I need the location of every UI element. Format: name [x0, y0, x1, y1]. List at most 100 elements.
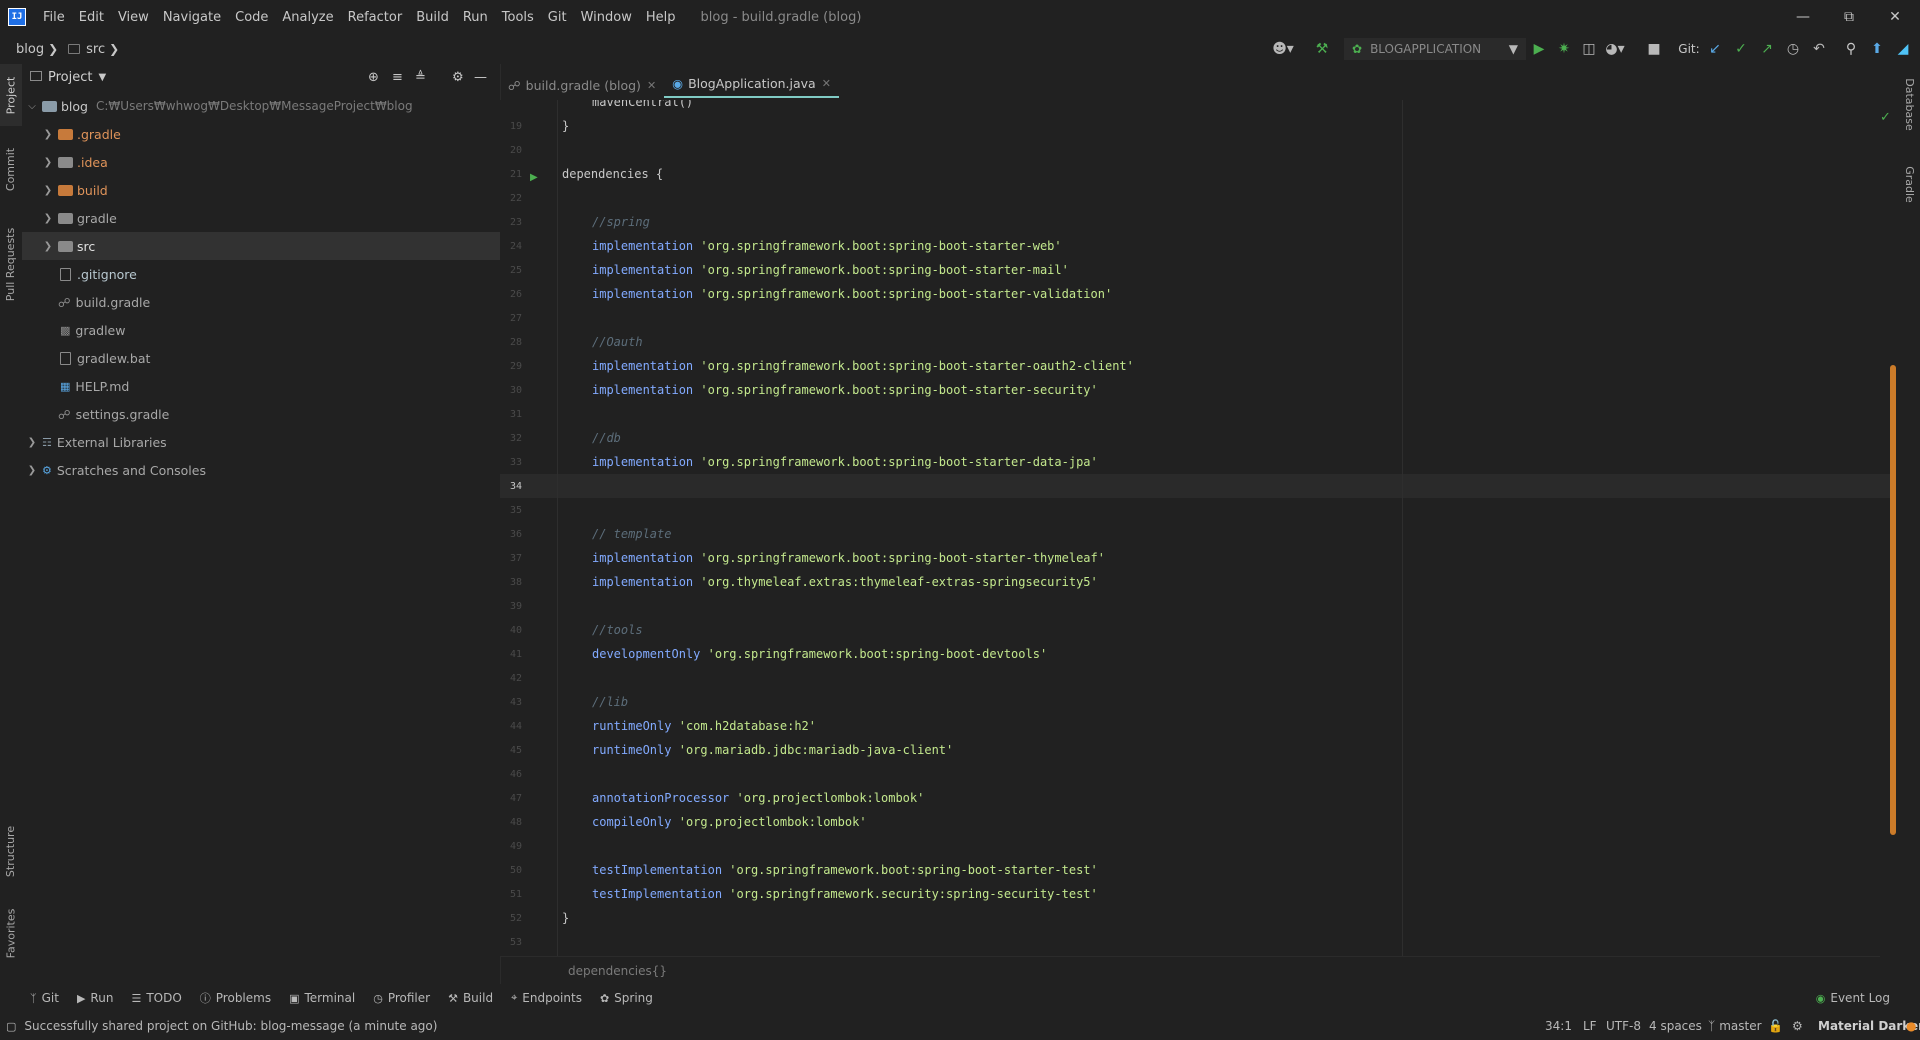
breadcrumb-dependencies[interactable]: dependencies{} [568, 964, 667, 978]
tree-item-src[interactable]: ❯ src [22, 232, 500, 260]
menu-file[interactable]: File [36, 10, 72, 25]
user-icon[interactable]: ☻▾ [1272, 38, 1294, 60]
build-hammer-icon[interactable]: ⚒ [1311, 38, 1333, 60]
profile-icon[interactable]: ◕▾ [1604, 38, 1626, 60]
code-keyword: implementation [592, 383, 694, 397]
tool-todo[interactable]: ☰ TODO [131, 991, 181, 1005]
tab-gradle[interactable]: Gradle [1898, 154, 1920, 214]
tree-item-gradle[interactable]: ❯ gradle [22, 204, 500, 232]
tree-item-build-gradle[interactable]: ☍ build.gradle [22, 288, 500, 316]
folder-icon [58, 240, 73, 252]
tool-build[interactable]: ⚒ Build [448, 991, 493, 1005]
menu-view[interactable]: View [111, 10, 156, 25]
tool-terminal[interactable]: ▣ Terminal [289, 991, 355, 1005]
tool-git[interactable]: ᛉ Git [30, 991, 59, 1005]
tool-run[interactable]: ▶ Run [77, 991, 113, 1005]
status-message[interactable]: ▢ Successfully shared project on GitHub:… [6, 1012, 437, 1040]
code-text: annotationProcessor 'org.projectlombok:l… [592, 791, 924, 805]
close-tab-icon[interactable]: ✕ [647, 79, 656, 92]
menu-window[interactable]: Window [574, 10, 639, 25]
run-gutter-icon[interactable]: ▶ [530, 172, 538, 183]
tree-item-gradlew-bat[interactable]: gradlew.bat [22, 344, 500, 372]
git-commit-icon[interactable]: ✓ [1730, 38, 1752, 60]
tool-problems[interactable]: ⓘ Problems [200, 990, 271, 1006]
line-separator[interactable]: LF [1583, 1012, 1597, 1040]
caret-position[interactable]: 34:1 [1545, 1012, 1572, 1040]
tree-item-idea[interactable]: ❯ .idea [22, 148, 500, 176]
tab-pull-requests[interactable]: Pull Requests [0, 214, 22, 314]
hide-icon[interactable]: — [474, 70, 487, 85]
menu-git[interactable]: Git [541, 10, 574, 25]
tab-database[interactable]: Database [1898, 68, 1920, 140]
tree-item-gradlew[interactable]: ▩ gradlew [22, 316, 500, 344]
tab-project[interactable]: Project [0, 64, 22, 126]
close-window-icon[interactable]: ✕ [1872, 0, 1918, 34]
menu-navigate[interactable]: Navigate [156, 10, 228, 25]
theme-name[interactable]: Material Darker [1818, 1012, 1920, 1040]
history-icon[interactable]: ◷ [1782, 38, 1804, 60]
tab-build-gradle[interactable]: ☍ build.gradle (blog) ✕ [500, 72, 664, 98]
toolbox-icon[interactable]: ◢ [1892, 38, 1914, 60]
tool-endpoints[interactable]: ⌖ Endpoints [511, 991, 582, 1005]
code-editor[interactable]: mavenCentral() 19} 20 21 dependencies {22 23… [500, 100, 1890, 956]
line-number: 34 [509, 480, 522, 492]
tab-structure[interactable]: Structure [0, 816, 22, 886]
menu-refactor[interactable]: Refactor [341, 10, 410, 25]
git-update-icon[interactable]: ↙ [1704, 38, 1726, 60]
collapse-all-icon[interactable]: ≜ [415, 70, 426, 85]
tab-blog-application[interactable]: ◉ BlogApplication.java ✕ [664, 70, 839, 98]
tree-item-gradle-dir[interactable]: ❯ .gradle [22, 120, 500, 148]
code-keyword: implementation [592, 551, 694, 565]
line-number: 51 [509, 888, 522, 900]
memory-indicator-icon[interactable]: ⚙ [1792, 1012, 1803, 1040]
tree-item-external-libraries[interactable]: ❯ ☶ External Libraries [22, 428, 500, 456]
tree-root-blog[interactable]: ⌵ blog C:₩Users₩whwog₩Desktop₩MessagePro… [22, 92, 500, 120]
tree-item-gitignore[interactable]: .gitignore [22, 260, 500, 288]
menu-code[interactable]: Code [228, 10, 275, 25]
tree-item-scratches[interactable]: ❯ ⚙ Scratches and Consoles [22, 456, 500, 484]
inspection-ok-icon[interactable]: ✓ [1880, 110, 1890, 125]
update-available-icon[interactable]: ⬆ [1866, 38, 1888, 60]
expand-all-icon[interactable]: ≡ [392, 70, 403, 85]
tree-item-settings-gradle[interactable]: ☍ settings.gradle [22, 400, 500, 428]
search-icon[interactable]: ⚲ [1840, 38, 1862, 60]
rollback-icon[interactable]: ↶ [1808, 38, 1830, 60]
debug-icon[interactable]: ✷ [1553, 38, 1575, 60]
file-encoding[interactable]: UTF-8 [1606, 1012, 1641, 1040]
editor-scrollbar[interactable] [1890, 365, 1896, 835]
tool-event-log[interactable]: ◉ Event Log [1816, 991, 1890, 1005]
menu-run[interactable]: Run [456, 10, 495, 25]
run-icon[interactable]: ▶ [1528, 38, 1550, 60]
stop-icon[interactable]: ■ [1643, 38, 1665, 60]
coverage-icon[interactable]: ◫ [1578, 38, 1600, 60]
code-text: implementation 'org.springframework.boot… [592, 239, 1062, 253]
gear-icon[interactable]: ⚙ [452, 70, 464, 85]
tool-spring[interactable]: ✿ Spring [600, 991, 653, 1005]
breadcrumb-blog[interactable]: blog [16, 42, 44, 57]
menu-tools[interactable]: Tools [495, 10, 541, 25]
close-tab-icon[interactable]: ✕ [822, 77, 831, 90]
locate-icon[interactable]: ⊕ [368, 70, 379, 85]
indent-setting[interactable]: 4 spaces [1649, 1012, 1702, 1040]
tree-item-build[interactable]: ❯ build [22, 176, 500, 204]
git-push-icon[interactable]: ↗ [1756, 38, 1778, 60]
minimize-icon[interactable]: — [1780, 0, 1826, 34]
tree-item-help-md[interactable]: ▦ HELP.md [22, 372, 500, 400]
lock-icon[interactable]: 🔓 [1768, 1012, 1783, 1040]
notification-icon[interactable]: ● [1906, 1012, 1916, 1040]
line-number: 27 [509, 312, 522, 324]
tab-favorites[interactable]: Favorites [0, 898, 22, 968]
git-branch[interactable]: ᛉ master [1708, 1012, 1762, 1040]
tab-commit[interactable]: Commit [0, 138, 22, 200]
tool-profiler[interactable]: ◷ Profiler [373, 991, 430, 1005]
restore-icon[interactable]: ⧉ [1826, 0, 1872, 34]
menu-help[interactable]: Help [639, 10, 683, 25]
chevron-down-icon[interactable]: ▼ [98, 72, 106, 83]
project-view-select[interactable]: Project [48, 70, 92, 85]
menu-build[interactable]: Build [409, 10, 456, 25]
menu-edit[interactable]: Edit [72, 10, 111, 25]
run-configuration-select[interactable]: ✿ BLOGAPPLICATION ▼ [1344, 38, 1526, 60]
menu-analyze[interactable]: Analyze [275, 10, 340, 25]
breadcrumb-src[interactable]: src [86, 42, 105, 57]
code-string: 'org.springframework.boot:spring-boot-de… [707, 647, 1048, 661]
